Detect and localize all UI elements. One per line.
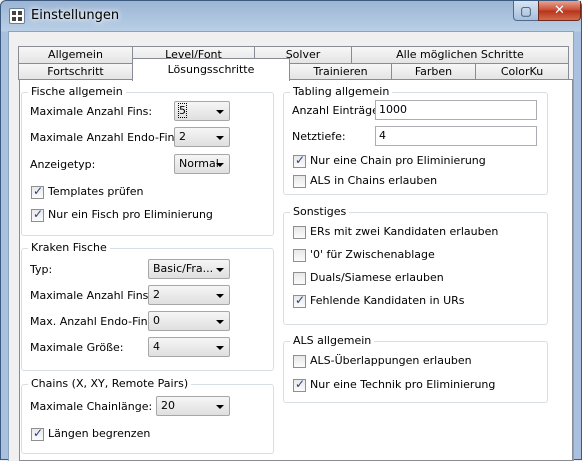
typ-label: Typ:: [30, 263, 53, 276]
max-fins-label: Maximale Anzahl Fins:: [30, 105, 153, 118]
tab-trainieren[interactable]: Trainieren: [289, 63, 392, 80]
ers-label[interactable]: ERs mit zwei Kandidaten erlauben: [310, 225, 498, 238]
kraken-max-fins-label: Maximale Anzahl Fins:: [30, 289, 153, 302]
max-groesse-label: Maximale Größe:: [30, 341, 124, 354]
als-ueberlappungen-label[interactable]: ALS-Überlappungen erlauben: [310, 354, 472, 367]
tab-panel-loesungsschritte: Fische allgemein Maximale Anzahl Fins: 5…: [19, 79, 573, 461]
chevron-down-icon: [216, 136, 224, 140]
group-title: Sonstiges: [290, 205, 350, 218]
max-chainlaenge-combo[interactable]: 20: [156, 396, 230, 416]
kraken-max-fins-combo[interactable]: 2: [148, 285, 230, 305]
laengen-begrenzen-label[interactable]: Längen begrenzen: [48, 427, 150, 440]
chevron-down-icon: [216, 268, 224, 272]
duals-siamese-checkbox[interactable]: [293, 272, 306, 285]
tab-fortschritt[interactable]: Fortschritt: [18, 63, 133, 80]
combo-value: 5: [178, 103, 187, 118]
chevron-down-icon: [216, 294, 224, 298]
duals-siamese-label[interactable]: Duals/Siamese erlauben: [310, 271, 444, 284]
settings-window: Einstellungen ▢ ✕ Allgemein Level/Font S…: [0, 0, 582, 461]
eine-technik-checkbox[interactable]: [293, 377, 306, 392]
kraken-max-endo-label: Max. Anzahl Endo-Fins:: [30, 315, 158, 328]
tab-colorku[interactable]: ColorKu: [475, 63, 569, 80]
ein-fisch-label[interactable]: Nur ein Fisch pro Eliminierung: [48, 208, 213, 221]
anzeigetyp-combo[interactable]: Normal: [174, 154, 230, 174]
group-chains: Chains (X, XY, Remote Pairs) Maximale Ch…: [21, 377, 274, 454]
anzahl-eintraege-label: Anzahl Einträge:: [292, 104, 383, 117]
group-tabling-allgemein: Tabling allgemein Anzahl Einträge: 1000 …: [283, 85, 548, 195]
max-fins-combo[interactable]: 5: [174, 101, 230, 121]
combo-value: 2: [179, 130, 186, 143]
laengen-begrenzen-checkbox[interactable]: [31, 426, 44, 441]
max-endo-fins-label: Maximale Anzahl Endo-Fins:: [30, 131, 184, 144]
group-title: Kraken Fische: [28, 241, 110, 254]
max-groesse-combo[interactable]: 4: [148, 337, 230, 357]
group-sonstiges: Sonstiges ERs mit zwei Kandidaten erlaub…: [283, 205, 548, 325]
fehlende-kandidaten-label[interactable]: Fehlende Kandidaten in URs: [310, 294, 465, 307]
anzahl-eintraege-input[interactable]: 1000: [375, 100, 537, 120]
netztiefe-input[interactable]: 4: [375, 126, 537, 146]
chevron-down-icon: [216, 110, 224, 114]
templates-checkbox[interactable]: [31, 184, 44, 199]
max-chainlaenge-label: Maximale Chainlänge:: [30, 400, 153, 413]
close-button[interactable]: ✕: [538, 1, 581, 21]
chevron-down-icon: [216, 346, 224, 350]
anzeigetyp-label: Anzeigetyp:: [30, 158, 96, 171]
kraken-max-endo-combo[interactable]: 0: [148, 311, 230, 331]
tab-loesungsschritte[interactable]: Lösungsschritte: [132, 58, 290, 81]
group-title: Tabling allgemein: [290, 85, 393, 98]
als-in-chains-checkbox[interactable]: [293, 175, 306, 188]
tab-alle-moeglichen-schritte[interactable]: Alle möglichen Schritte: [351, 46, 569, 64]
group-title: Fische allgemein: [28, 85, 126, 98]
combo-value: 20: [161, 399, 175, 412]
tab-farben[interactable]: Farben: [391, 63, 476, 80]
group-title: Chains (X, XY, Remote Pairs): [28, 377, 192, 390]
group-fische-allgemein: Fische allgemein Maximale Anzahl Fins: 5…: [21, 85, 274, 236]
typ-combo[interactable]: Basic/Fra...: [148, 259, 230, 279]
group-als-allgemein: ALS allgemein ALS-Überlappungen erlauben…: [283, 334, 548, 403]
maximize-button[interactable]: ▢: [513, 1, 539, 21]
chevron-down-icon: [216, 405, 224, 409]
group-title: ALS allgemein: [290, 334, 375, 347]
fehlende-kandidaten-checkbox[interactable]: [293, 293, 306, 308]
eine-chain-checkbox[interactable]: [293, 153, 306, 168]
title-bar[interactable]: Einstellungen ▢ ✕: [1, 1, 581, 31]
app-icon: [9, 8, 25, 24]
ers-checkbox[interactable]: [293, 226, 306, 239]
max-endo-fins-combo[interactable]: 2: [174, 127, 230, 147]
combo-value: 0: [153, 314, 160, 327]
null-zwischenablage-checkbox[interactable]: [293, 249, 306, 262]
als-ueberlappungen-checkbox[interactable]: [293, 355, 306, 368]
group-kraken-fische: Kraken Fische Typ: Basic/Fra... Maximale…: [21, 241, 274, 371]
ein-fisch-checkbox[interactable]: [31, 207, 44, 222]
chevron-down-icon: [216, 163, 224, 167]
eine-chain-label[interactable]: Nur eine Chain pro Eliminierung: [310, 154, 486, 167]
combo-value: 4: [153, 340, 160, 353]
combo-value: Normal: [179, 157, 219, 170]
null-zwischenablage-label[interactable]: '0' für Zwischenablage: [310, 248, 435, 261]
netztiefe-label: Netztiefe:: [292, 130, 346, 143]
combo-value: Basic/Fra...: [153, 262, 214, 275]
tab-allgemein[interactable]: Allgemein: [18, 46, 133, 64]
templates-label[interactable]: Templates prüfen: [48, 185, 144, 198]
chevron-down-icon: [216, 320, 224, 324]
eine-technik-label[interactable]: Nur eine Technik pro Eliminierung: [310, 378, 495, 391]
als-in-chains-label[interactable]: ALS in Chains erlauben: [310, 174, 437, 187]
window-title: Einstellungen: [31, 8, 120, 23]
combo-value: 2: [153, 288, 160, 301]
